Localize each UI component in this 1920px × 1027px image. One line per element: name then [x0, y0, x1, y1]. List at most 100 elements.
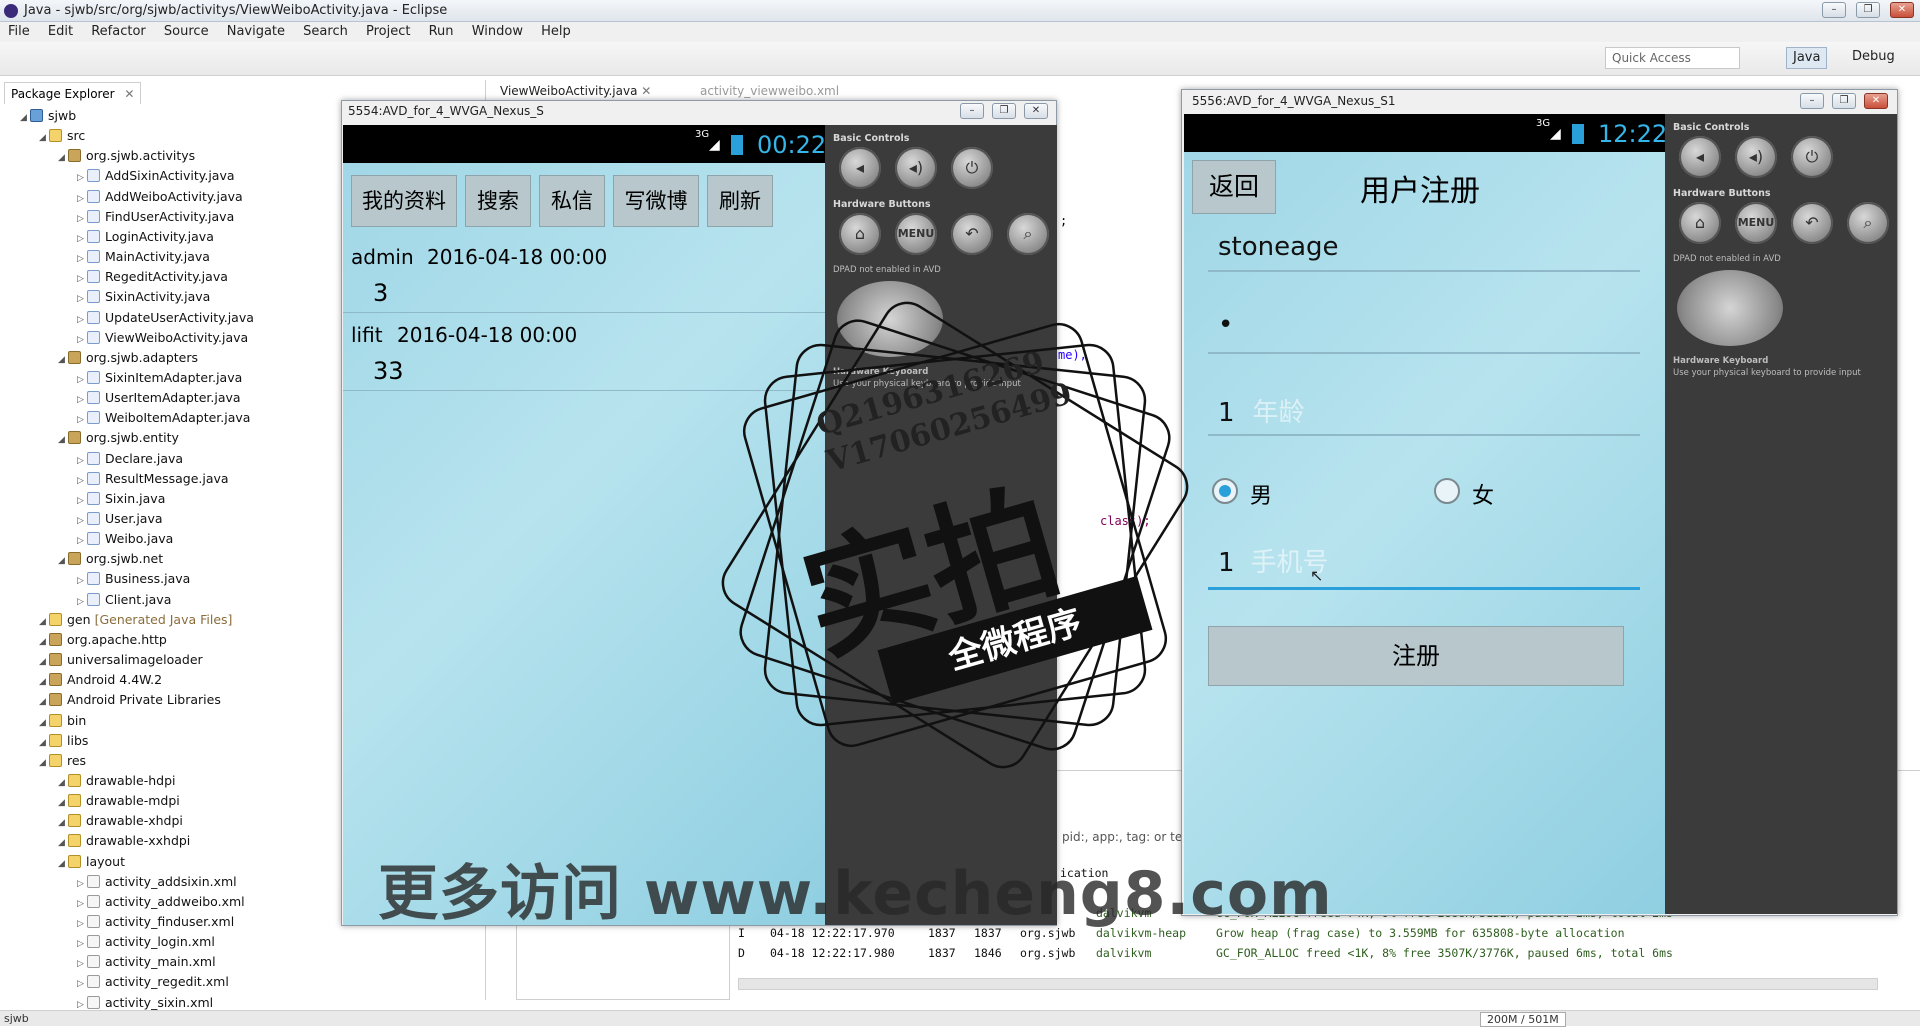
tree-item[interactable]: ◢ libs — [39, 733, 88, 751]
volume-down-icon[interactable]: ◂ — [839, 147, 881, 189]
tree-item[interactable]: ▷ activity_main.xml — [77, 954, 216, 972]
expand-arrow-icon[interactable]: ▷ — [77, 211, 87, 227]
tree-item[interactable]: ◢ org.apache.http — [39, 632, 167, 650]
expand-arrow-icon[interactable]: ▷ — [77, 412, 87, 428]
menu-search[interactable]: Search — [303, 22, 348, 42]
tree-item[interactable]: ▷ ViewWeiboActivity.java — [77, 330, 248, 348]
home-icon[interactable]: ⌂ — [839, 213, 881, 255]
menu-project[interactable]: Project — [366, 22, 410, 42]
tree-item[interactable]: ◢ drawable-xxhdpi — [58, 833, 190, 851]
volume-up-icon[interactable]: ◂) — [895, 147, 937, 189]
emulator-1-close[interactable]: ✕ — [1024, 103, 1048, 119]
collapse-arrow-icon[interactable]: ◢ — [39, 755, 49, 771]
tree-item[interactable]: ▷ User.java — [77, 511, 163, 529]
username-field[interactable]: stoneage — [1208, 232, 1640, 272]
menu-run[interactable]: Run — [429, 22, 454, 42]
log-horizontal-scrollbar[interactable] — [738, 978, 1878, 990]
menu-file[interactable]: File — [8, 22, 30, 42]
expand-arrow-icon[interactable]: ▷ — [77, 170, 87, 186]
expand-arrow-icon[interactable]: ▷ — [77, 896, 87, 912]
collapse-arrow-icon[interactable]: ◢ — [39, 715, 49, 731]
tree-item[interactable]: ▷ RegeditActivity.java — [77, 269, 228, 287]
gender-male-radio[interactable] — [1212, 478, 1238, 504]
tree-item[interactable]: ▷ activity_finduser.xml — [77, 914, 234, 932]
perspective-debug[interactable]: Debug — [1846, 47, 1901, 69]
tree-item[interactable]: ◢ drawable-hdpi — [58, 773, 176, 791]
close-button[interactable]: ✕ — [1890, 2, 1914, 18]
collapse-arrow-icon[interactable]: ◢ — [58, 835, 68, 851]
collapse-arrow-icon[interactable]: ◢ — [20, 110, 30, 126]
password-field[interactable]: • — [1208, 310, 1640, 354]
menu-button[interactable]: MENU — [895, 213, 937, 255]
register-button[interactable]: 注册 — [1208, 626, 1624, 686]
expand-arrow-icon[interactable]: ▷ — [77, 473, 87, 489]
collapse-arrow-icon[interactable]: ◢ — [39, 674, 49, 690]
expand-arrow-icon[interactable]: ▷ — [77, 493, 87, 509]
tree-item[interactable]: ◢ bin — [39, 713, 86, 731]
expand-arrow-icon[interactable]: ▷ — [77, 916, 87, 932]
tree-item[interactable]: ▷ Declare.java — [77, 451, 183, 469]
menu-edit[interactable]: Edit — [48, 22, 73, 42]
quick-access-input[interactable]: Quick Access — [1605, 47, 1740, 69]
expand-arrow-icon[interactable]: ▷ — [77, 251, 87, 267]
minimize-button[interactable]: – — [1822, 2, 1846, 18]
tree-item[interactable]: ▷ SixinItemAdapter.java — [77, 370, 242, 388]
close-icon[interactable]: ✕ — [641, 84, 651, 98]
tree-item[interactable]: ◢ org.sjwb.activitys — [58, 148, 195, 166]
tree-item[interactable]: ▷ activity_login.xml — [77, 934, 215, 952]
tree-item[interactable]: ▷ AddSixinActivity.java — [77, 168, 235, 186]
collapse-arrow-icon[interactable]: ◢ — [39, 130, 49, 146]
dpad-control[interactable] — [1677, 270, 1783, 346]
tree-item[interactable]: ◢ layout — [58, 854, 125, 872]
package-explorer-tab[interactable]: Package Explorer ✕ — [4, 82, 142, 104]
tree-item[interactable]: ▷ SixinActivity.java — [77, 289, 210, 307]
menu-navigate[interactable]: Navigate — [227, 22, 285, 42]
emulator-1-maximize[interactable]: ❐ — [992, 103, 1016, 119]
heap-status[interactable]: 200M / 501M — [1480, 1012, 1566, 1027]
tree-item[interactable]: ◢ drawable-xhdpi — [58, 813, 183, 831]
volume-down-icon[interactable]: ◂ — [1679, 136, 1721, 178]
collapse-arrow-icon[interactable]: ◢ — [39, 614, 49, 630]
log-row[interactable]: D 04-18 12:22:17.980 1837 1846 org.sjwb dalvi… — [730, 946, 1900, 964]
tree-item[interactable]: ◢ Android Private Libraries — [39, 692, 221, 710]
collapse-arrow-icon[interactable]: ◢ — [39, 654, 49, 670]
expand-arrow-icon[interactable]: ▷ — [77, 936, 87, 952]
expand-arrow-icon[interactable]: ▷ — [77, 956, 87, 972]
expand-arrow-icon[interactable]: ▷ — [77, 876, 87, 892]
expand-arrow-icon[interactable]: ▷ — [77, 513, 87, 529]
phone-field[interactable]: 1 手机号 — [1208, 542, 1640, 590]
write-weibo-button[interactable]: 写微博 — [613, 175, 699, 227]
expand-arrow-icon[interactable]: ▷ — [77, 594, 87, 610]
expand-arrow-icon[interactable]: ▷ — [77, 191, 87, 207]
expand-arrow-icon[interactable]: ▷ — [77, 976, 87, 992]
tree-item[interactable]: ▷ ResultMessage.java — [77, 471, 229, 489]
tree-item[interactable]: ▷ activity_regedit.xml — [77, 974, 229, 992]
expand-arrow-icon[interactable]: ▷ — [77, 453, 87, 469]
tree-item[interactable]: ◢ drawable-mdpi — [58, 793, 180, 811]
gender-female-radio[interactable] — [1434, 478, 1460, 504]
tree-item[interactable]: ▷ MainActivity.java — [77, 249, 210, 267]
emulator-2-minimize[interactable]: – — [1800, 93, 1824, 109]
refresh-button[interactable]: 刷新 — [707, 175, 773, 227]
back-icon[interactable]: ↶ — [951, 213, 993, 255]
age-field[interactable]: 1 年龄 — [1208, 392, 1640, 436]
expand-arrow-icon[interactable]: ▷ — [77, 332, 87, 348]
expand-arrow-icon[interactable]: ▷ — [77, 291, 87, 307]
volume-up-icon[interactable]: ◂) — [1735, 136, 1777, 178]
tree-item[interactable]: ◢ Android 4.4W.2 — [39, 672, 162, 690]
back-icon[interactable]: ↶ — [1791, 202, 1833, 244]
menu-button[interactable]: MENU — [1735, 202, 1777, 244]
back-button[interactable]: 返回 — [1192, 160, 1276, 214]
tree-item[interactable]: ◢ gen [Generated Java Files] — [39, 612, 232, 630]
search-icon[interactable]: ⌕ — [1847, 202, 1889, 244]
search-button[interactable]: 搜索 — [465, 175, 531, 227]
tree-item[interactable]: ◢ org.sjwb.entity — [58, 430, 179, 448]
tree-item[interactable]: ▷ Client.java — [77, 592, 171, 610]
emulator-2-maximize[interactable]: ❐ — [1832, 93, 1856, 109]
menu-refactor[interactable]: Refactor — [91, 22, 146, 42]
private-message-button[interactable]: 私信 — [539, 175, 605, 227]
tree-item[interactable]: ▷ AddWeiboActivity.java — [77, 189, 243, 207]
collapse-arrow-icon[interactable]: ◢ — [39, 735, 49, 751]
home-icon[interactable]: ⌂ — [1679, 202, 1721, 244]
my-profile-button[interactable]: 我的资料 — [351, 175, 457, 227]
